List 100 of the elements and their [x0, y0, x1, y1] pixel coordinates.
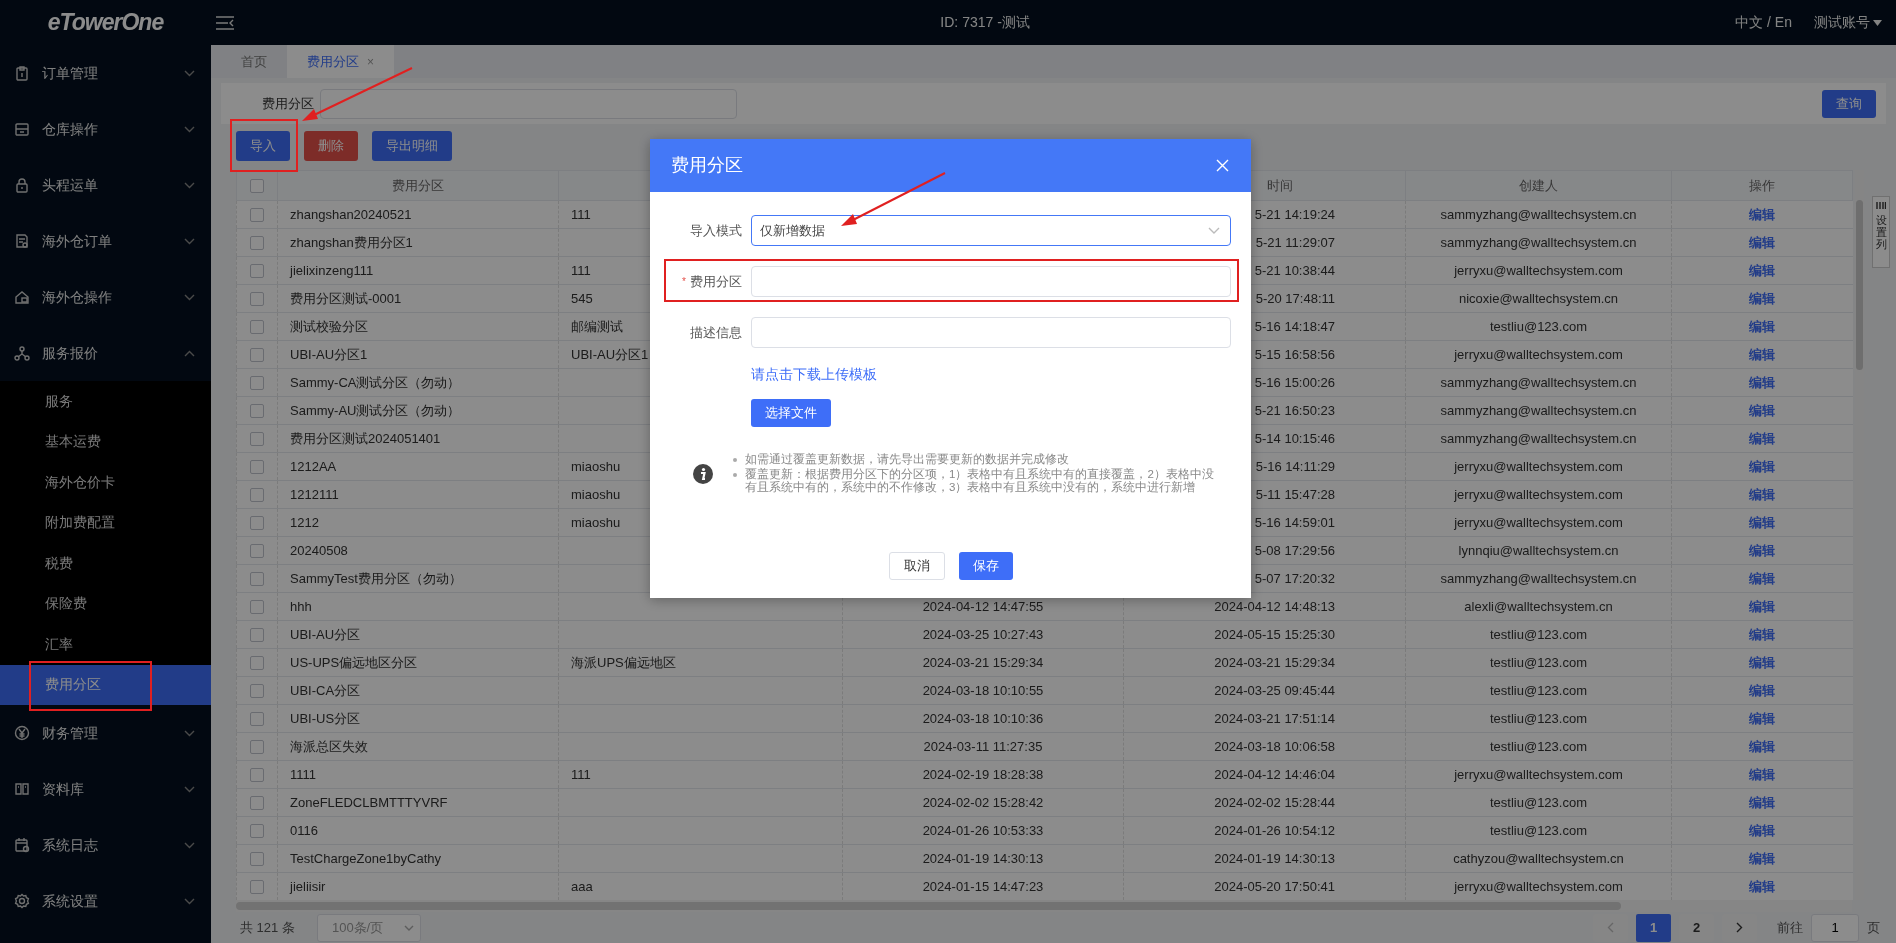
checkbox[interactable]: [250, 320, 264, 335]
input-field[interactable]: [320, 88, 737, 119]
toolbar-button[interactable]: 导出明细: [372, 131, 452, 161]
edit-link[interactable]: 编辑: [1749, 542, 1776, 558]
edit-link[interactable]: 编辑: [1749, 822, 1776, 838]
edit-link[interactable]: 编辑: [1749, 682, 1776, 698]
checkbox[interactable]: [250, 824, 264, 839]
checkbox[interactable]: [250, 600, 264, 615]
sidebar-subitem[interactable]: 税费: [0, 543, 211, 584]
sidebar-item[interactable]: 服务报价: [0, 325, 211, 381]
edit-link[interactable]: 编辑: [1749, 878, 1776, 894]
edit-link[interactable]: 编辑: [1749, 570, 1776, 586]
edit-link[interactable]: 编辑: [1749, 654, 1776, 670]
close-icon[interactable]: [1216, 159, 1229, 172]
vertical-scrollbar[interactable]: [1856, 200, 1863, 370]
checkbox[interactable]: [250, 404, 264, 419]
sidebar-item[interactable]: 资料库: [0, 761, 211, 817]
search-button[interactable]: 查询: [1822, 89, 1876, 118]
sidebar-subitem[interactable]: 费用分区: [0, 664, 211, 705]
table-cell: SammyTest费用分区（勿动）: [290, 570, 462, 586]
sidebar-item[interactable]: 系统日志: [0, 817, 211, 873]
sidebar-item[interactable]: 仓库操作: [0, 101, 211, 157]
edit-link[interactable]: 编辑: [1749, 374, 1776, 390]
sidebar-item[interactable]: 订单管理: [0, 45, 211, 101]
tab[interactable]: 费用分区 ×: [287, 45, 394, 78]
close-tab-button[interactable]: ×: [367, 52, 374, 71]
edit-link[interactable]: 编辑: [1749, 598, 1776, 614]
checkbox[interactable]: [250, 544, 264, 559]
checkbox[interactable]: [250, 684, 264, 699]
page-button[interactable]: 1: [1636, 913, 1671, 942]
column-settings-tab[interactable]: 设置列: [1872, 196, 1890, 268]
checkbox[interactable]: [250, 572, 264, 587]
edit-link[interactable]: 编辑: [1749, 850, 1776, 866]
table-cell: 2024-05-20 17:50:41: [1214, 878, 1335, 894]
edit-link[interactable]: 编辑: [1749, 738, 1776, 754]
input-field[interactable]: [751, 317, 1231, 348]
sidebar-item[interactable]: 海外仓操作: [0, 269, 211, 325]
checkbox[interactable]: [250, 264, 264, 279]
edit-link[interactable]: 编辑: [1749, 290, 1776, 306]
checkbox[interactable]: [250, 432, 264, 447]
tab[interactable]: 首页: [221, 45, 287, 78]
checkbox[interactable]: [250, 376, 264, 391]
edit-link[interactable]: 编辑: [1749, 318, 1776, 334]
cancel-button[interactable]: 取消: [888, 552, 945, 580]
checkbox[interactable]: [250, 628, 264, 643]
checkbox[interactable]: [250, 236, 264, 251]
edit-link[interactable]: 编辑: [1749, 206, 1776, 222]
toolbar-button[interactable]: 导入: [236, 131, 290, 161]
table-cell: TestChargeZone1byCathy: [290, 850, 442, 866]
input-field[interactable]: [751, 266, 1231, 297]
sidebar-item[interactable]: 系统设置: [0, 873, 211, 929]
checkbox[interactable]: [250, 712, 264, 727]
menu-icon[interactable]: [215, 14, 235, 31]
checkbox[interactable]: [250, 880, 264, 895]
page-input[interactable]: 1: [1811, 913, 1859, 942]
edit-link[interactable]: 编辑: [1749, 486, 1776, 502]
checkbox[interactable]: [250, 179, 264, 194]
checkbox[interactable]: [250, 348, 264, 363]
sidebar-item[interactable]: 头程运单: [0, 157, 211, 213]
edit-link[interactable]: 编辑: [1749, 514, 1776, 530]
checkbox[interactable]: [250, 516, 264, 531]
save-button[interactable]: 保存: [958, 552, 1013, 580]
sidebar-subitem[interactable]: 基本运费: [0, 421, 211, 462]
edit-link[interactable]: 编辑: [1749, 458, 1776, 474]
table-cell: jerryxu@walltechsystem.com: [1454, 514, 1623, 530]
sidebar-subitem[interactable]: 汇率: [0, 624, 211, 665]
edit-link[interactable]: 编辑: [1749, 346, 1776, 362]
language-link[interactable]: 中文 / En: [1735, 12, 1792, 33]
edit-link[interactable]: 编辑: [1749, 794, 1776, 810]
sidebar-item[interactable]: 海外仓订单: [0, 213, 211, 269]
select-field[interactable]: 仅新增数据: [751, 215, 1231, 246]
edit-link[interactable]: 编辑: [1749, 234, 1776, 250]
edit-link[interactable]: 编辑: [1749, 710, 1776, 726]
table-cell: sammyzhang@walltechsystem.cn: [1440, 234, 1637, 250]
sidebar-subitem[interactable]: 海外仓价卡: [0, 462, 211, 503]
table-cell: jieliisir: [290, 878, 326, 894]
checkbox[interactable]: [250, 740, 264, 755]
template-download-link[interactable]: 请点击下载上传模板: [751, 364, 877, 385]
checkbox[interactable]: [250, 768, 264, 783]
edit-link[interactable]: 编辑: [1749, 402, 1776, 418]
edit-link[interactable]: 编辑: [1749, 430, 1776, 446]
checkbox[interactable]: [250, 796, 264, 811]
checkbox[interactable]: [250, 656, 264, 671]
checkbox[interactable]: [250, 852, 264, 867]
account-menu[interactable]: 测试账号: [1814, 12, 1882, 33]
sidebar-subitem[interactable]: 附加费配置: [0, 502, 211, 543]
checkbox[interactable]: [250, 460, 264, 475]
checkbox[interactable]: [250, 292, 264, 307]
checkbox[interactable]: [250, 488, 264, 503]
edit-link[interactable]: 编辑: [1749, 262, 1776, 278]
page-size-select[interactable]: 100条/页: [316, 913, 421, 942]
choose-file-button[interactable]: 选择文件: [751, 399, 831, 427]
table-cell: testliu@123.com: [1490, 318, 1587, 334]
edit-link[interactable]: 编辑: [1749, 766, 1776, 782]
sidebar-subitem[interactable]: 保险费: [0, 583, 211, 624]
sidebar-item[interactable]: 财务管理: [0, 705, 211, 761]
edit-link[interactable]: 编辑: [1749, 626, 1776, 642]
toolbar-button[interactable]: 删除: [304, 131, 358, 161]
sidebar-subitem[interactable]: 服务: [0, 381, 211, 422]
checkbox[interactable]: [250, 208, 264, 223]
